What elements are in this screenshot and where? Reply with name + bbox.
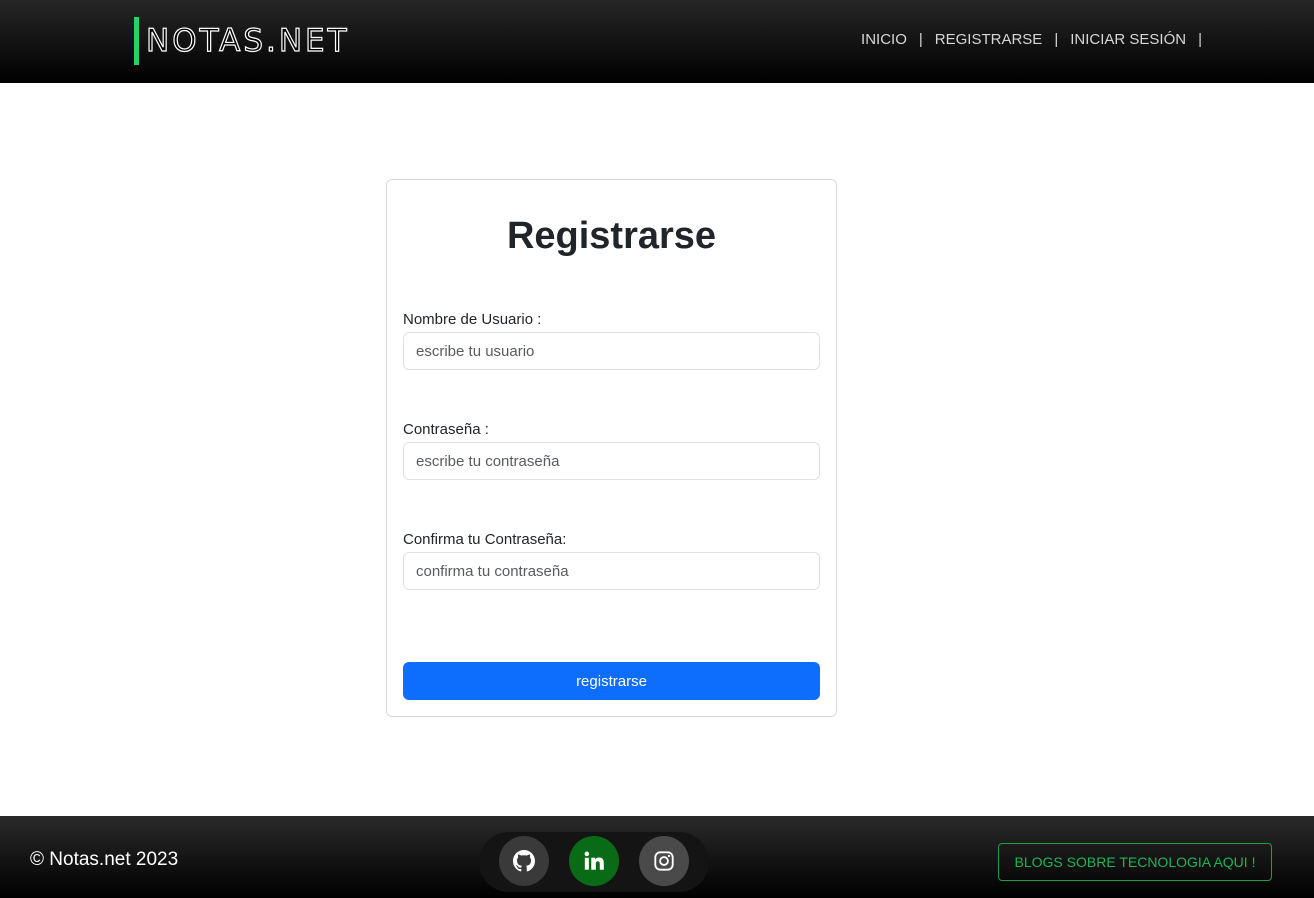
main-nav: INICIO | REGISTRARSE | INICIAR SESIÓN | [861, 31, 1214, 48]
register-submit-button[interactable]: registrarse [403, 662, 820, 700]
confirm-password-label: Confirma tu Contraseña: [403, 531, 567, 548]
nav-separator: | [918, 31, 923, 48]
nav-link-registrarse[interactable]: REGISTRARSE [935, 31, 1043, 48]
nav-separator: | [1198, 31, 1202, 48]
nav-link-inicio[interactable]: INICIO [861, 31, 907, 48]
form-title: Registrarse [506, 215, 717, 257]
linkedin-icon [584, 851, 604, 870]
top-navbar: NOTAS.NET INICIO | REGISTRARSE | INICIAR… [0, 0, 1314, 83]
nav-link-iniciar-sesion[interactable]: INICIAR SESIÓN [1070, 31, 1186, 48]
instagram-button[interactable] [639, 836, 689, 886]
linkedin-button[interactable] [569, 836, 619, 886]
github-icon [513, 850, 535, 872]
password-label: Contraseña : [403, 421, 489, 438]
password-input[interactable] [403, 442, 820, 480]
copyright-text: © Notas.net 2023 [30, 849, 179, 870]
nav-separator: | [1054, 31, 1059, 48]
logo-accent-bar [134, 17, 139, 65]
username-input[interactable] [403, 332, 820, 370]
instagram-icon [654, 851, 674, 871]
username-label: Nombre de Usuario : [403, 311, 542, 328]
site-logo[interactable]: NOTAS.NET [134, 17, 350, 65]
register-form-card: Registrarse Nombre de Usuario : Contrase… [386, 179, 837, 717]
logo-text: NOTAS.NET [145, 22, 350, 59]
confirm-password-input[interactable] [403, 552, 820, 590]
tech-blogs-button[interactable]: BLOGS SOBRE TECNOLOGIA AQUI ! [998, 843, 1272, 881]
github-button[interactable] [499, 836, 549, 886]
footer: © Notas.net 2023 BLOGS SOBRE TECNOLOGIA … [0, 816, 1314, 898]
